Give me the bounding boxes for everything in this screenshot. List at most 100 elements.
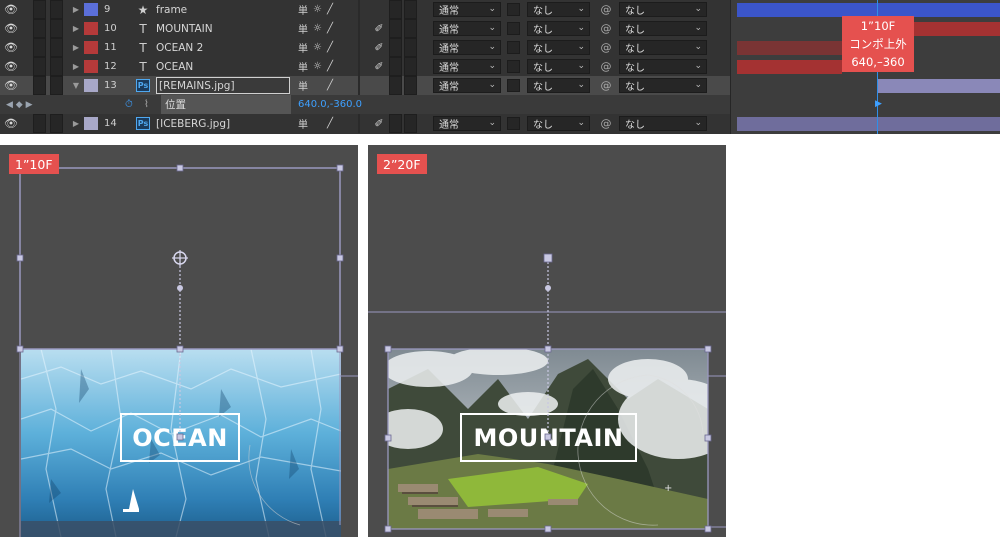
eye-icon[interactable]: 👁	[4, 0, 18, 19]
adjustment-toggle[interactable]	[404, 114, 417, 133]
track-matte-select[interactable]: なし ⌄	[527, 2, 590, 17]
layer-row[interactable]: 👁 ▶ 9 ★ frame 単 ☼ ╱ 通常 ⌄ なし ⌄ @ なし ⌄	[0, 0, 730, 19]
collapse-switch-icon[interactable]: ☼	[313, 57, 322, 76]
quality-switch-icon[interactable]: ╱	[327, 57, 333, 76]
parent-select[interactable]: なし ⌄	[619, 59, 707, 74]
shy-switch-icon[interactable]: 単	[298, 38, 308, 57]
graph-icon[interactable]: ⌇	[144, 95, 149, 114]
adjustment-toggle[interactable]	[404, 0, 417, 19]
parent-select[interactable]: なし ⌄	[619, 78, 707, 93]
track-bar-frame[interactable]	[737, 3, 1000, 17]
expand-toggle-icon[interactable]: ▶	[71, 0, 81, 19]
parent-pickwhip-icon[interactable]: @	[599, 76, 613, 95]
parent-select[interactable]: なし ⌄	[619, 21, 707, 36]
adjustment-toggle[interactable]	[404, 38, 417, 57]
eye-icon[interactable]: 👁	[4, 38, 18, 57]
track-bar-ocean[interactable]	[737, 60, 842, 74]
audio-toggle[interactable]	[33, 114, 46, 133]
effect-pen-icon[interactable]: ✐	[372, 19, 386, 38]
label-color-swatch[interactable]	[84, 22, 98, 35]
label-color-swatch[interactable]	[84, 41, 98, 54]
comp-viewer-right[interactable]: MOUNTAIN + 2”20F	[368, 145, 726, 537]
solo-toggle[interactable]	[50, 76, 63, 95]
quality-switch-icon[interactable]: ╱	[327, 76, 333, 95]
parent-select[interactable]: なし ⌄	[619, 2, 707, 17]
collapse-switch-icon[interactable]: ☼	[313, 19, 322, 38]
comp-viewer-left[interactable]: OCEAN 1”10F	[0, 145, 358, 537]
layer-name[interactable]: [REMAINS.jpg]	[156, 77, 290, 94]
shy-switch-icon[interactable]: 単	[298, 114, 308, 133]
motion-blur-toggle[interactable]	[389, 76, 402, 95]
eye-icon[interactable]: 👁	[4, 19, 18, 38]
effect-pen-icon[interactable]: ✐	[372, 114, 386, 133]
layer-name[interactable]: OCEAN 2	[156, 38, 290, 57]
audio-toggle[interactable]	[33, 38, 46, 57]
preserve-transparency-toggle[interactable]	[507, 41, 520, 54]
motion-blur-toggle[interactable]	[389, 0, 402, 19]
shy-switch-icon[interactable]: 単	[298, 19, 308, 38]
preserve-transparency-toggle[interactable]	[507, 60, 520, 73]
parent-select[interactable]: なし ⌄	[619, 116, 707, 131]
blend-mode-select[interactable]: 通常 ⌄	[433, 59, 501, 74]
layer-row[interactable]: 👁 ▶ 10 T MOUNTAIN 単 ☼ ╱ ✐ 通常 ⌄ なし ⌄ @ なし ⌄	[0, 19, 730, 38]
motion-blur-toggle[interactable]	[389, 57, 402, 76]
solo-toggle[interactable]	[50, 57, 63, 76]
solo-toggle[interactable]	[50, 114, 63, 133]
track-matte-select[interactable]: なし ⌄	[527, 78, 590, 93]
parent-pickwhip-icon[interactable]: @	[599, 57, 613, 76]
motion-blur-toggle[interactable]	[389, 114, 402, 133]
blend-mode-select[interactable]: 通常 ⌄	[433, 40, 501, 55]
label-color-swatch[interactable]	[84, 117, 98, 130]
quality-switch-icon[interactable]: ╱	[327, 19, 333, 38]
motion-blur-toggle[interactable]	[389, 38, 402, 57]
adjustment-toggle[interactable]	[404, 76, 417, 95]
quality-switch-icon[interactable]: ╱	[327, 0, 333, 19]
blend-mode-select[interactable]: 通常 ⌄	[433, 2, 501, 17]
eye-icon[interactable]: 👁	[4, 76, 18, 95]
solo-toggle[interactable]	[50, 38, 63, 57]
solo-toggle[interactable]	[50, 0, 63, 19]
layer-name[interactable]: frame	[156, 0, 290, 19]
stopwatch-icon[interactable]: ⏱	[125, 95, 133, 114]
audio-toggle[interactable]	[33, 19, 46, 38]
collapse-switch-icon[interactable]: ☼	[313, 38, 322, 57]
preserve-transparency-toggle[interactable]	[507, 3, 520, 16]
track-matte-select[interactable]: なし ⌄	[527, 40, 590, 55]
preserve-transparency-toggle[interactable]	[507, 117, 520, 130]
transform-overlay[interactable]: +	[368, 145, 726, 537]
layer-name[interactable]: MOUNTAIN	[156, 19, 290, 38]
expand-toggle-icon[interactable]: ▶	[71, 19, 81, 38]
quality-switch-icon[interactable]: ╱	[327, 38, 333, 57]
effect-pen-icon[interactable]: ✐	[372, 57, 386, 76]
parent-pickwhip-icon[interactable]: @	[599, 114, 613, 133]
keyframe-navigator-icon[interactable]: ◀ ◆ ▶	[6, 95, 33, 114]
track-matte-select[interactable]: なし ⌄	[527, 116, 590, 131]
keyframe-icon[interactable]: ▶	[875, 99, 882, 109]
layer-row[interactable]: 👁 ▼ 13 Ps [REMAINS.jpg] 単 ╱ 通常 ⌄ なし ⌄ @ なし ⌄	[0, 76, 730, 95]
track-matte-select[interactable]: なし ⌄	[527, 59, 590, 74]
shy-switch-icon[interactable]: 単	[298, 0, 308, 19]
expand-toggle-icon[interactable]: ▶	[71, 57, 81, 76]
effect-pen-icon[interactable]: ✐	[372, 38, 386, 57]
solo-toggle[interactable]	[50, 19, 63, 38]
expand-toggle-icon[interactable]: ▶	[71, 38, 81, 57]
layer-row[interactable]: 👁 ▶ 14 Ps [ICEBERG.jpg] 単 ╱ ✐ 通常 ⌄ なし ⌄ @ なし ⌄	[0, 114, 730, 133]
property-row-position[interactable]: ◀ ◆ ▶ ⏱ ⌇ 位置 640.0,-360.0	[0, 95, 730, 114]
adjustment-toggle[interactable]	[404, 19, 417, 38]
track-bar-ocean2[interactable]	[737, 41, 842, 55]
layer-name[interactable]: OCEAN	[156, 57, 290, 76]
expand-toggle-icon[interactable]: ▼	[71, 76, 81, 95]
label-color-swatch[interactable]	[84, 60, 98, 73]
expand-toggle-icon[interactable]: ▶	[71, 114, 81, 133]
label-color-swatch[interactable]	[84, 79, 98, 92]
track-bar-remains[interactable]	[877, 79, 1000, 93]
quality-switch-icon[interactable]: ╱	[327, 114, 333, 133]
blend-mode-select[interactable]: 通常 ⌄	[433, 78, 501, 93]
track-bar-iceberg[interactable]	[737, 117, 1000, 131]
transform-overlay[interactable]	[0, 145, 358, 537]
blend-mode-select[interactable]: 通常 ⌄	[433, 21, 501, 36]
property-value[interactable]: 640.0,-360.0	[298, 95, 362, 114]
collapse-switch-icon[interactable]: ☼	[313, 0, 322, 19]
preserve-transparency-toggle[interactable]	[507, 79, 520, 92]
layer-row[interactable]: 👁 ▶ 12 T OCEAN 単 ☼ ╱ ✐ 通常 ⌄ なし ⌄ @ なし ⌄	[0, 57, 730, 76]
